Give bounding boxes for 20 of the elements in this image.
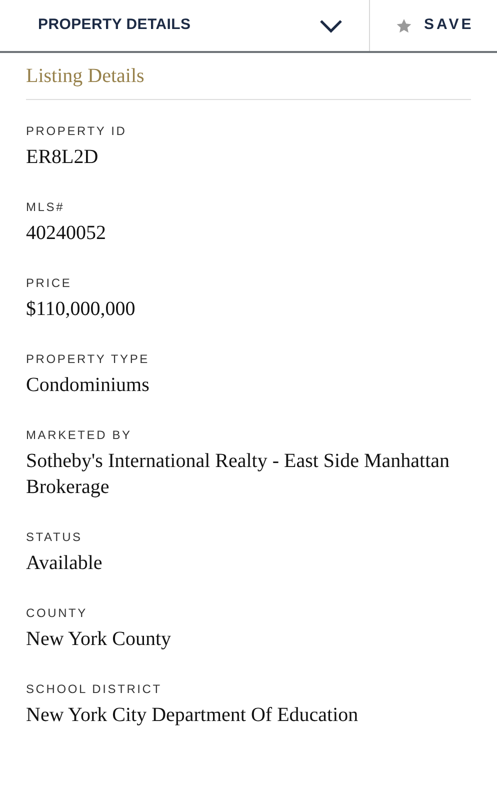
- chevron-icon[interactable]: [319, 18, 343, 32]
- field-value: $110,000,000: [26, 297, 136, 322]
- field-value: Sotheby's International Realty - East Side Manhattan Brokerage: [26, 449, 451, 500]
- field-value: New York City Department Of Education: [26, 703, 360, 728]
- field-value: 40240052: [26, 221, 107, 246]
- field-label: PRICE: [26, 275, 73, 292]
- field-label: MARKETED BY: [26, 427, 133, 444]
- field-label: COUNTY: [26, 605, 88, 622]
- section-title: PROPERTY DETAILS: [38, 15, 191, 36]
- save-button[interactable]: SAVE: [369, 0, 497, 51]
- field-label: PROPERTY ID: [26, 123, 128, 140]
- field-label: SCHOOL DISTRICT: [26, 681, 163, 698]
- field-value: Available: [26, 551, 104, 576]
- field-label: MLS#: [26, 199, 66, 216]
- field-label: PROPERTY TYPE: [26, 351, 150, 368]
- field-value: ER8L2D: [26, 145, 100, 170]
- field-value: New York County: [26, 627, 172, 652]
- section-heading: Listing Details: [26, 61, 471, 100]
- field-value: Condominiums: [26, 373, 150, 398]
- field-label: STATUS: [26, 529, 84, 546]
